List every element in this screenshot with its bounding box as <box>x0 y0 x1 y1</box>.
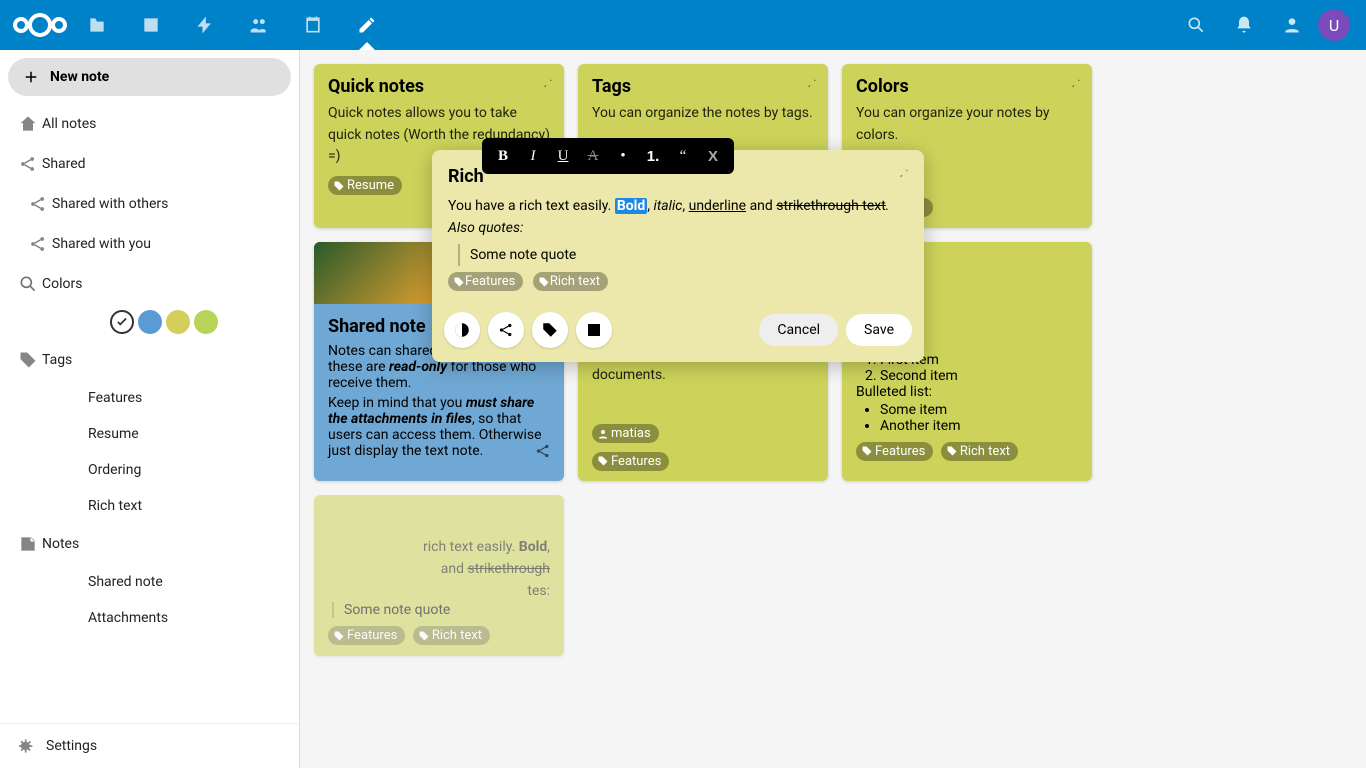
nav-photos[interactable] <box>124 0 178 50</box>
list-item: Second item <box>880 368 1078 384</box>
tag-chip[interactable]: Rich text <box>413 626 490 645</box>
editor-quote: Some note quote <box>458 244 908 266</box>
sidebar-notes[interactable]: Notes <box>0 524 299 564</box>
share-button[interactable] <box>488 312 524 348</box>
sidebar-tags[interactable]: Tags <box>0 340 299 380</box>
sidebar-shared-you[interactable]: Shared with you <box>0 224 299 264</box>
pin-icon[interactable] <box>538 74 554 94</box>
save-button[interactable]: Save <box>846 314 912 346</box>
sidebar-tag-features[interactable]: Features <box>0 380 299 416</box>
search-icon <box>14 274 42 294</box>
app-nav <box>70 0 394 50</box>
tag-chip[interactable]: Rich text <box>533 272 608 291</box>
tag-chip[interactable]: Features <box>328 626 405 645</box>
pin-icon[interactable] <box>1066 74 1082 94</box>
sidebar-shared[interactable]: Shared <box>0 144 299 184</box>
color-blue[interactable] <box>138 310 162 334</box>
card-body: You can organize your notes by colors. <box>856 103 1078 146</box>
card-title: Colors <box>856 76 1078 97</box>
tag-chip[interactable]: Resume <box>328 176 402 195</box>
share-icon <box>24 194 52 214</box>
color-green[interactable] <box>194 310 218 334</box>
tag-chip[interactable]: Rich text <box>941 442 1018 461</box>
sidebar-note-shared[interactable]: Shared note <box>0 564 299 600</box>
notifications-icon[interactable] <box>1222 0 1266 50</box>
editor-footer: Cancel Save <box>432 304 924 362</box>
color-button[interactable] <box>444 312 480 348</box>
home-icon <box>14 114 42 134</box>
underline-button[interactable]: U <box>548 138 578 174</box>
app-logo[interactable] <box>10 10 70 40</box>
sidebar-tag-richtext[interactable]: Rich text <box>0 488 299 524</box>
ordered-list-button[interactable]: 1. <box>638 138 668 174</box>
user-chip[interactable]: matias <box>592 424 659 443</box>
search-icon[interactable] <box>1174 0 1218 50</box>
sidebar-note-attachments[interactable]: Attachments <box>0 600 299 636</box>
note-icon <box>14 534 42 554</box>
bold-button[interactable]: B <box>488 138 518 174</box>
strike-button[interactable]: A <box>578 138 608 174</box>
share-icon <box>534 442 552 464</box>
quote: Some note quote <box>332 602 550 618</box>
color-white[interactable] <box>110 310 134 334</box>
tag-chip[interactable]: Features <box>856 442 933 461</box>
sidebar-all-notes[interactable]: All notes <box>0 104 299 144</box>
cancel-button[interactable]: Cancel <box>759 314 838 346</box>
color-yellow[interactable] <box>166 310 190 334</box>
sidebar-settings[interactable]: Settings <box>0 723 299 768</box>
sidebar: New note All notes Shared Shared with ot… <box>0 50 300 768</box>
tag-chip[interactable]: Features <box>592 452 669 471</box>
color-swatches <box>0 304 299 340</box>
tag-chip[interactable]: Features <box>448 272 523 291</box>
pin-icon[interactable] <box>802 74 818 94</box>
nav-notes[interactable] <box>340 0 394 50</box>
card-richtext-bg[interactable]: rich text easily. Bold, and strikethroug… <box>314 495 564 656</box>
share-icon <box>14 154 42 174</box>
card-title: Tags <box>592 76 814 97</box>
label: Bulleted list: <box>856 384 1078 400</box>
new-note-button[interactable]: New note <box>8 58 291 96</box>
bullet-list-button[interactable]: • <box>608 138 638 174</box>
tag-button[interactable] <box>532 312 568 348</box>
nav-activity[interactable] <box>178 0 232 50</box>
list-item: Another item <box>880 418 1078 434</box>
editor-body[interactable]: You have a rich text easily. Bold, itali… <box>448 195 908 266</box>
card-title: Quick notes <box>328 76 550 97</box>
nav-contacts[interactable] <box>232 0 286 50</box>
sidebar-colors[interactable]: Colors <box>0 264 299 304</box>
sidebar-tag-resume[interactable]: Resume <box>0 416 299 452</box>
card-body: You can organize the notes by tags. <box>592 103 814 125</box>
sidebar-shared-others[interactable]: Shared with others <box>0 184 299 224</box>
italic-button[interactable]: I <box>518 138 548 174</box>
topbar-right: U <box>1174 0 1356 50</box>
card-body: Keep in mind that you must share the att… <box>328 395 550 459</box>
tag-icon <box>14 350 42 370</box>
card-body: rich text easily. Bold, and strikethroug… <box>328 537 550 602</box>
share-icon <box>24 234 52 254</box>
editor-tags: Features Rich text <box>448 272 908 292</box>
clear-format-button[interactable]: X <box>698 138 728 174</box>
user-avatar[interactable]: U <box>1318 9 1350 41</box>
pin-icon[interactable] <box>894 164 910 184</box>
nav-calendar[interactable] <box>286 0 340 50</box>
quote-button[interactable]: “ <box>668 138 698 174</box>
image-button[interactable] <box>576 312 612 348</box>
nav-files[interactable] <box>70 0 124 50</box>
contacts-menu-icon[interactable] <box>1270 0 1314 50</box>
topbar: U <box>0 0 1366 50</box>
note-editor: B I U A • 1. “ X Rich You have a rich te… <box>432 150 924 362</box>
list-item: Some item <box>880 402 1078 418</box>
new-note-label: New note <box>50 69 109 85</box>
sidebar-tag-ordering[interactable]: Ordering <box>0 452 299 488</box>
format-toolbar: B I U A • 1. “ X <box>482 138 734 174</box>
